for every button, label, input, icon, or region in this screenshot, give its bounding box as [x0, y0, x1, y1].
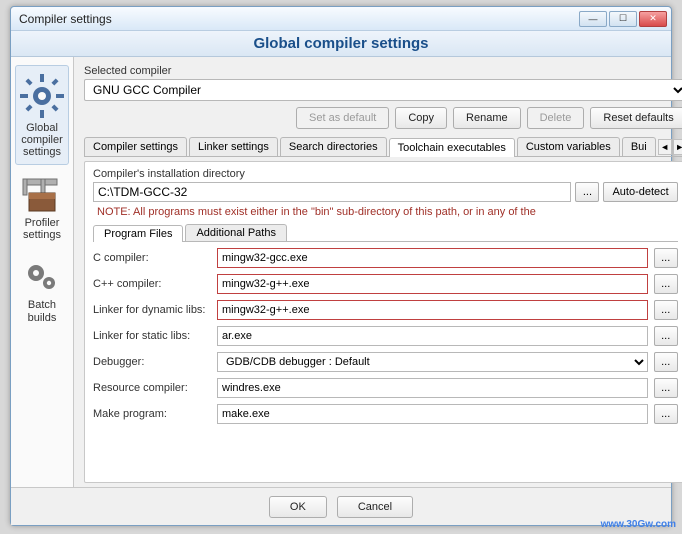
set-default-button[interactable]: Set as default: [296, 107, 389, 129]
tab-compiler-settings[interactable]: Compiler settings: [84, 137, 187, 156]
debugger-label: Debugger:: [93, 356, 211, 368]
tab-custom-variables[interactable]: Custom variables: [517, 137, 620, 156]
compiler-select[interactable]: GNU GCC Compiler: [84, 79, 682, 101]
dialog-footer: OK Cancel: [11, 487, 671, 525]
maximize-button[interactable]: ☐: [609, 11, 637, 27]
toolchain-panel: Compiler's installation directory ... Au…: [84, 161, 682, 483]
linker-static-browse[interactable]: ...: [654, 326, 678, 346]
delete-button[interactable]: Delete: [527, 107, 585, 129]
linker-dyn-label: Linker for dynamic libs:: [93, 304, 211, 316]
tab-search-directories[interactable]: Search directories: [280, 137, 387, 156]
settings-window: Compiler settings — ☐ ✕ Global compiler …: [10, 6, 672, 526]
compiler-actions: Set as default Copy Rename Delete Reset …: [84, 107, 682, 129]
page-title: Global compiler settings: [11, 31, 671, 57]
sidebar-item-label: Global compiler settings: [18, 122, 66, 158]
watermark: www.30Gw.com: [601, 519, 676, 530]
make-browse[interactable]: ...: [654, 404, 678, 424]
c-compiler-input[interactable]: [217, 248, 648, 268]
minimize-button[interactable]: —: [579, 11, 607, 27]
debugger-select[interactable]: GDB/CDB debugger : Default: [217, 352, 648, 372]
browse-button[interactable]: ...: [575, 182, 599, 202]
main-panel: Selected compiler GNU GCC Compiler Set a…: [74, 57, 682, 487]
tab-build-options[interactable]: Bui: [622, 137, 656, 156]
sidebar-item-profiler[interactable]: Profiler settings: [15, 169, 69, 247]
gears-icon: [17, 257, 67, 297]
c-compiler-label: C compiler:: [93, 252, 211, 264]
rc-input[interactable]: [217, 378, 648, 398]
linker-dyn-browse[interactable]: ...: [654, 300, 678, 320]
tab-scroll: ◄ ►: [658, 137, 682, 156]
subtab-additional-paths[interactable]: Additional Paths: [185, 224, 287, 241]
close-button[interactable]: ✕: [639, 11, 667, 27]
window-controls: — ☐ ✕: [579, 11, 667, 27]
copy-button[interactable]: Copy: [395, 107, 447, 129]
cpp-compiler-label: C++ compiler:: [93, 278, 211, 290]
ok-button[interactable]: OK: [269, 496, 327, 518]
rc-label: Resource compiler:: [93, 382, 211, 394]
install-dir-label: Compiler's installation directory: [93, 168, 678, 180]
linker-static-label: Linker for static libs:: [93, 330, 211, 342]
autodetect-button[interactable]: Auto-detect: [603, 182, 677, 202]
cpp-compiler-input[interactable]: [217, 274, 648, 294]
rc-browse[interactable]: ...: [654, 378, 678, 398]
linker-dyn-input[interactable]: [217, 300, 648, 320]
rename-button[interactable]: Rename: [453, 107, 521, 129]
sidebar-item-batch[interactable]: Batch builds: [15, 251, 69, 329]
tab-linker-settings[interactable]: Linker settings: [189, 137, 278, 156]
cpp-compiler-browse[interactable]: ...: [654, 274, 678, 294]
install-dir-input[interactable]: [93, 182, 571, 202]
tab-scroll-right[interactable]: ►: [673, 139, 682, 155]
sidebar-item-global-compiler[interactable]: Global compiler settings: [15, 65, 69, 165]
c-compiler-browse[interactable]: ...: [654, 248, 678, 268]
gear-icon: [18, 72, 66, 120]
install-note: NOTE: All programs must exist either in …: [97, 206, 678, 218]
make-label: Make program:: [93, 408, 211, 420]
sidebar-item-label: Profiler settings: [17, 217, 67, 241]
tab-scroll-left[interactable]: ◄: [658, 139, 672, 155]
sidebar: Global compiler settings Profiler settin…: [11, 57, 74, 487]
settings-tabs: Compiler settings Linker settings Search…: [84, 137, 682, 157]
sidebar-item-label: Batch builds: [17, 299, 67, 323]
make-input[interactable]: [217, 404, 648, 424]
caliper-box-icon: [17, 175, 67, 215]
cancel-button[interactable]: Cancel: [337, 496, 413, 518]
window-title: Compiler settings: [15, 12, 579, 26]
tab-toolchain-executables[interactable]: Toolchain executables: [389, 138, 515, 157]
program-subtabs: Program Files Additional Paths: [93, 224, 678, 242]
titlebar: Compiler settings — ☐ ✕: [11, 7, 671, 31]
debugger-browse[interactable]: ...: [654, 352, 678, 372]
selected-compiler-label: Selected compiler: [84, 65, 682, 77]
linker-static-input[interactable]: [217, 326, 648, 346]
subtab-program-files[interactable]: Program Files: [93, 225, 183, 242]
reset-defaults-button[interactable]: Reset defaults: [590, 107, 682, 129]
